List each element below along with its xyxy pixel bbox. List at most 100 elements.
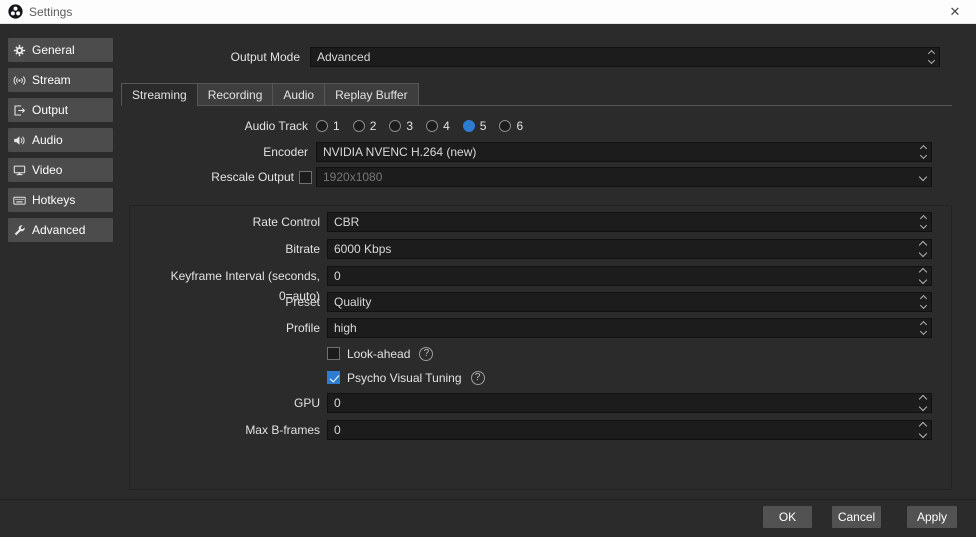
gpu-label: GPU (130, 393, 320, 413)
tab-label: Streaming (132, 88, 187, 102)
spin-down-button[interactable] (919, 403, 927, 411)
look-ahead-checkbox[interactable] (327, 347, 340, 360)
audio-track-option-5[interactable]: 5 (463, 119, 487, 133)
sidebar-item-label: Stream (32, 73, 71, 87)
rate-control-select[interactable]: CBR (327, 212, 932, 232)
tab-label: Audio (283, 88, 314, 102)
radio-label: 1 (333, 119, 340, 133)
chevron-updown-icon (929, 48, 934, 66)
keyframe-interval-label: Keyframe Interval (seconds, 0=auto) (130, 266, 320, 286)
audio-track-label: Audio Track (138, 116, 308, 136)
sidebar-item-advanced[interactable]: Advanced (8, 218, 113, 242)
keyframe-interval-value: 0 (334, 269, 341, 283)
rate-control-label: Rate Control (130, 212, 320, 232)
sidebar-item-label: Audio (32, 133, 63, 147)
gpu-spinbox[interactable]: 0 (327, 393, 932, 413)
audio-track-option-6[interactable]: 6 (499, 119, 523, 133)
footer-separator (0, 499, 976, 500)
encoder-label: Encoder (138, 142, 308, 162)
output-mode-label: Output Mode (130, 47, 300, 67)
max-bframes-spinbox[interactable]: 0 (327, 420, 932, 440)
rescale-output-checkbox[interactable] (299, 171, 312, 184)
profile-label: Profile (130, 318, 320, 338)
spinner-arrows (920, 267, 926, 285)
profile-select[interactable]: high (327, 318, 932, 338)
radio-label: 3 (406, 119, 413, 133)
radio-icon (426, 120, 438, 132)
sidebar-item-label: Video (32, 163, 62, 177)
wrench-icon (13, 224, 26, 237)
sidebar-item-label: Advanced (32, 223, 85, 237)
sidebar-item-general[interactable]: General (8, 38, 113, 62)
max-bframes-value: 0 (334, 423, 341, 437)
psycho-visual-tuning-label: Psycho Visual Tuning (347, 371, 462, 385)
audio-track-option-4[interactable]: 4 (426, 119, 450, 133)
spinner-arrows (920, 240, 926, 258)
output-tabs: Streaming Recording Audio Replay Buffer (121, 83, 419, 106)
title-bar: Settings ✕ (0, 0, 976, 24)
spin-down-button[interactable] (919, 430, 927, 438)
encoder-select[interactable]: NVIDIA NVENC H.264 (new) (316, 142, 932, 162)
encoder-value: NVIDIA NVENC H.264 (new) (323, 145, 476, 159)
look-ahead-row: Look-ahead ? (327, 346, 433, 361)
spinner-arrows (920, 394, 926, 412)
sidebar-item-stream[interactable]: Stream (8, 68, 113, 92)
monitor-icon (13, 164, 26, 177)
spin-down-button[interactable] (919, 276, 927, 284)
keyboard-icon (13, 194, 26, 207)
preset-select[interactable]: Quality (327, 292, 932, 312)
rescale-resolution-value: 1920x1080 (323, 170, 382, 184)
audio-track-group: 1 2 3 4 5 6 (316, 119, 523, 133)
profile-value: high (334, 321, 357, 335)
radio-label: 5 (480, 119, 487, 133)
radio-label: 2 (370, 119, 377, 133)
sidebar-item-label: Output (32, 103, 68, 117)
output-arrow-icon (13, 104, 26, 117)
bitrate-value: 6000 Kbps (334, 242, 391, 256)
psycho-visual-tuning-row: Psycho Visual Tuning ? (327, 370, 485, 385)
preset-label: Preset (130, 292, 320, 312)
close-button[interactable]: ✕ (934, 0, 976, 24)
rescale-resolution-select[interactable]: 1920x1080 (316, 167, 932, 187)
ok-button[interactable]: OK (763, 506, 812, 528)
psycho-visual-tuning-checkbox[interactable] (327, 371, 340, 384)
settings-window: Settings ✕ General Stream Output Audio V… (0, 0, 976, 537)
cancel-button[interactable]: Cancel (832, 506, 881, 528)
rate-control-value: CBR (334, 215, 359, 229)
radio-icon (316, 120, 328, 132)
audio-track-option-2[interactable]: 2 (353, 119, 377, 133)
chevron-updown-icon (921, 319, 926, 337)
bitrate-spinbox[interactable]: 6000 Kbps (327, 239, 932, 259)
chevron-updown-icon (921, 293, 926, 311)
help-icon[interactable]: ? (419, 347, 433, 361)
sidebar-item-audio[interactable]: Audio (8, 128, 113, 152)
rescale-output-label: Rescale Output (124, 167, 294, 187)
gpu-value: 0 (334, 396, 341, 410)
sidebar-item-video[interactable]: Video (8, 158, 113, 182)
chevron-updown-icon (921, 213, 926, 231)
keyframe-interval-spinbox[interactable]: 0 (327, 266, 932, 286)
audio-track-option-3[interactable]: 3 (389, 119, 413, 133)
tab-recording[interactable]: Recording (197, 83, 273, 106)
speaker-icon (13, 134, 26, 147)
help-icon[interactable]: ? (471, 371, 485, 385)
chevron-down-icon (920, 168, 926, 186)
gear-icon (13, 44, 26, 57)
broadcast-icon (13, 74, 26, 87)
spinner-arrows (920, 421, 926, 439)
radio-icon (389, 120, 401, 132)
radio-checked-icon (463, 120, 475, 132)
look-ahead-label: Look-ahead (347, 347, 410, 361)
sidebar-item-hotkeys[interactable]: Hotkeys (8, 188, 113, 212)
tab-streaming[interactable]: Streaming (121, 83, 197, 106)
tab-audio[interactable]: Audio (272, 83, 324, 106)
chevron-updown-icon (921, 143, 926, 161)
apply-button[interactable]: Apply (907, 506, 957, 528)
bitrate-label: Bitrate (130, 239, 320, 259)
preset-value: Quality (334, 295, 371, 309)
tab-replay-buffer[interactable]: Replay Buffer (324, 83, 419, 106)
spin-down-button[interactable] (919, 249, 927, 257)
output-mode-select[interactable]: Advanced (310, 47, 940, 67)
audio-track-option-1[interactable]: 1 (316, 119, 340, 133)
sidebar-item-output[interactable]: Output (8, 98, 113, 122)
